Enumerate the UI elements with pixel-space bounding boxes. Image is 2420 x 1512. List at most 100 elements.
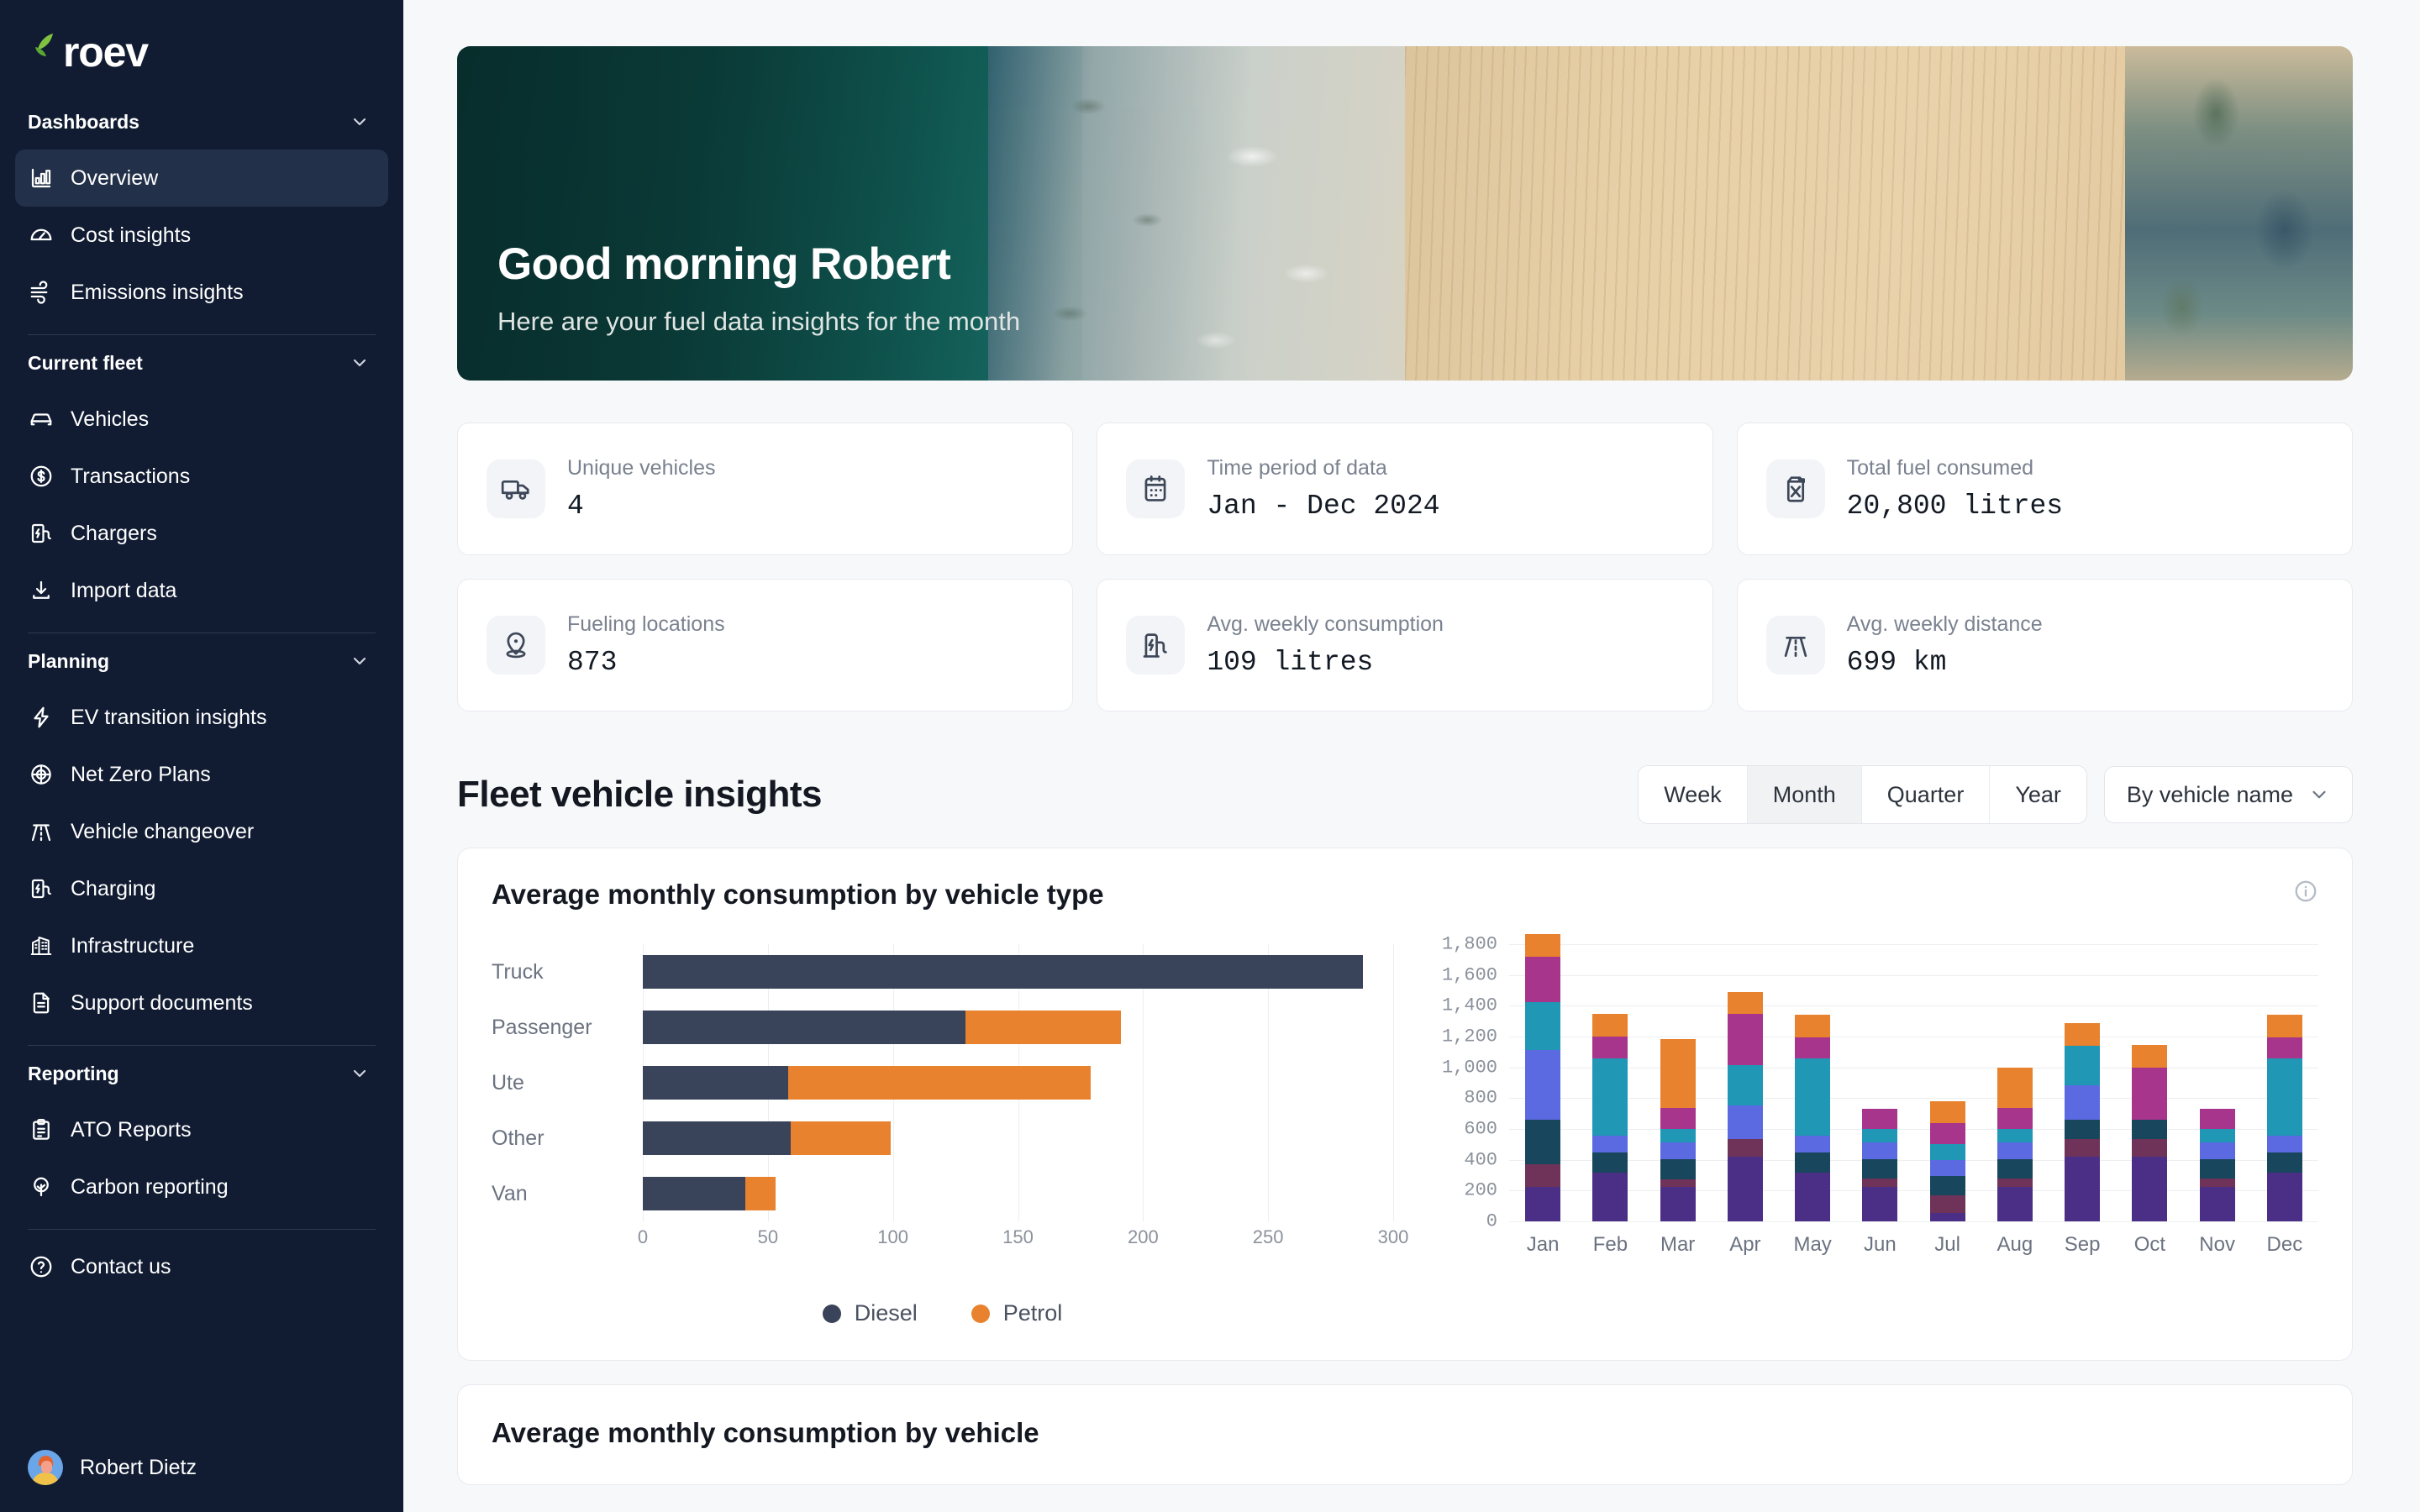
stacked-segment-series-3[interactable] — [1996, 1158, 2033, 1179]
stacked-bar[interactable] — [1525, 934, 1561, 1221]
stacked-segment-series-5[interactable] — [1592, 1058, 1628, 1137]
stacked-segment-series-2[interactable] — [1996, 1178, 2033, 1187]
stacked-segment-series-2[interactable] — [2065, 1138, 2101, 1157]
stacked-segment-series-5[interactable] — [1996, 1129, 2033, 1142]
stacked-bar-column[interactable] — [2251, 944, 2318, 1221]
stacked-segment-series-5[interactable] — [1525, 1001, 1561, 1050]
info-icon[interactable] — [2293, 879, 2318, 904]
stacked-bar-column[interactable] — [1509, 934, 1576, 1221]
sidebar-group-reporting[interactable]: Reporting — [0, 1054, 403, 1093]
stacked-segment-series-1[interactable] — [1727, 1157, 1763, 1221]
stacked-bar[interactable] — [1996, 1067, 2033, 1221]
stacked-segment-series-5[interactable] — [2065, 1046, 2101, 1085]
tab-year[interactable]: Year — [1990, 766, 2086, 823]
stacked-segment-series-3[interactable] — [2065, 1120, 2101, 1139]
brand-logo[interactable]: roev — [0, 0, 403, 97]
stacked-segment-series-6[interactable] — [2199, 1109, 2235, 1130]
tab-week[interactable]: Week — [1639, 766, 1748, 823]
sidebar-item-net-zero-plans[interactable]: Net Zero Plans — [15, 746, 388, 803]
stacked-segment-series-4[interactable] — [1592, 1136, 1628, 1153]
sidebar-item-support-documents[interactable]: Support documents — [15, 974, 388, 1032]
hbar-bar-row[interactable] — [643, 1055, 1393, 1110]
stacked-segment-series-2[interactable] — [2199, 1178, 2235, 1187]
sidebar-item-overview[interactable]: Overview — [15, 150, 388, 207]
stacked-segment-series-1[interactable] — [1592, 1173, 1628, 1221]
hbar-segment-diesel[interactable] — [643, 1121, 791, 1155]
stacked-segment-series-1[interactable] — [2266, 1173, 2302, 1221]
stacked-segment-series-4[interactable] — [2199, 1142, 2235, 1159]
sidebar-item-import-data[interactable]: Import data — [15, 562, 388, 619]
sidebar-item-ev-transition-insights[interactable]: EV transition insights — [15, 689, 388, 746]
tab-month[interactable]: Month — [1747, 766, 1862, 823]
stacked-segment-series-3[interactable] — [1929, 1175, 1965, 1195]
chevron-down-icon[interactable] — [350, 112, 370, 132]
stacked-segment-series-7[interactable] — [2132, 1045, 2168, 1068]
sidebar-item-chargers[interactable]: Chargers — [15, 505, 388, 562]
stacked-segment-series-4[interactable] — [2065, 1084, 2101, 1121]
sidebar-item-vehicle-changeover[interactable]: Vehicle changeover — [15, 803, 388, 860]
stacked-bar-column[interactable] — [1712, 944, 1779, 1221]
stacked-segment-series-7[interactable] — [2065, 1023, 2101, 1047]
stacked-segment-series-7[interactable] — [1525, 934, 1561, 957]
sidebar-item-carbon-reporting[interactable]: Carbon reporting — [15, 1158, 388, 1215]
stacked-segment-series-3[interactable] — [1795, 1152, 1831, 1173]
stacked-segment-series-1[interactable] — [1862, 1186, 1898, 1221]
stacked-segment-series-1[interactable] — [1795, 1173, 1831, 1221]
stacked-segment-series-1[interactable] — [1525, 1186, 1561, 1221]
stacked-segment-series-6[interactable] — [1727, 1013, 1763, 1065]
stacked-segment-series-7[interactable] — [1592, 1014, 1628, 1037]
stacked-segment-series-3[interactable] — [1592, 1152, 1628, 1173]
sidebar-item-emissions-insights[interactable]: Emissions insights — [15, 264, 388, 321]
sidebar-item-vehicles[interactable]: Vehicles — [15, 391, 388, 448]
sidebar-item-ato-reports[interactable]: ATO Reports — [15, 1101, 388, 1158]
stacked-segment-series-2[interactable] — [1525, 1164, 1561, 1187]
stacked-bar-column[interactable] — [1914, 944, 1981, 1221]
stacked-segment-series-4[interactable] — [1996, 1142, 2033, 1159]
hbar-segment-petrol[interactable] — [965, 1011, 1121, 1044]
stacked-segment-series-7[interactable] — [1727, 991, 1763, 1014]
stacked-segment-series-3[interactable] — [1660, 1158, 1696, 1179]
chevron-down-icon[interactable] — [350, 353, 370, 373]
stacked-segment-series-3[interactable] — [2266, 1152, 2302, 1173]
stacked-segment-series-7[interactable] — [1996, 1067, 2033, 1109]
sidebar-item-charging[interactable]: Charging — [15, 860, 388, 917]
stacked-segment-series-7[interactable] — [2266, 1015, 2302, 1037]
stacked-segment-series-1[interactable] — [1929, 1212, 1965, 1221]
stacked-segment-series-3[interactable] — [2132, 1120, 2168, 1139]
chevron-down-icon[interactable] — [350, 651, 370, 671]
stacked-segment-series-6[interactable] — [1996, 1108, 2033, 1130]
stacked-segment-series-2[interactable] — [1660, 1179, 1696, 1187]
stacked-segment-series-5[interactable] — [1660, 1129, 1696, 1142]
sidebar-group-planning[interactable]: Planning — [0, 642, 403, 680]
stacked-segment-series-1[interactable] — [1996, 1186, 2033, 1221]
stacked-bar[interactable] — [2199, 1109, 2235, 1221]
stacked-segment-series-5[interactable] — [1795, 1058, 1831, 1137]
stacked-segment-series-5[interactable] — [1727, 1064, 1763, 1105]
stacked-segment-series-5[interactable] — [1862, 1129, 1898, 1142]
stacked-segment-series-2[interactable] — [1929, 1194, 1965, 1213]
stacked-segment-series-7[interactable] — [1795, 1015, 1831, 1037]
stacked-segment-series-4[interactable] — [1795, 1136, 1831, 1153]
stacked-bar[interactable] — [1862, 1109, 1898, 1221]
stacked-segment-series-4[interactable] — [2266, 1136, 2302, 1153]
stacked-bar[interactable] — [2132, 1045, 2168, 1221]
stacked-bar-column[interactable] — [1644, 944, 1712, 1221]
stacked-segment-series-1[interactable] — [1660, 1186, 1696, 1221]
stacked-bar-column[interactable] — [1779, 944, 1846, 1221]
stacked-bar-column[interactable] — [2116, 944, 2183, 1221]
stacked-segment-series-1[interactable] — [2132, 1157, 2168, 1221]
stacked-segment-series-1[interactable] — [2199, 1186, 2235, 1221]
legend-item[interactable]: Diesel — [822, 1300, 918, 1326]
stacked-segment-series-7[interactable] — [1660, 1038, 1696, 1109]
stacked-segment-series-5[interactable] — [2266, 1058, 2302, 1137]
stacked-bar[interactable] — [1929, 1101, 1965, 1221]
hbar-segment-diesel[interactable] — [643, 1066, 788, 1100]
chevron-down-icon[interactable] — [350, 1063, 370, 1084]
stacked-segment-series-4[interactable] — [1862, 1142, 1898, 1159]
sidebar-item-contact-us[interactable]: Contact us — [15, 1238, 388, 1295]
sidebar-item-infrastructure[interactable]: Infrastructure — [15, 917, 388, 974]
stacked-segment-series-6[interactable] — [2132, 1067, 2168, 1121]
stacked-bar[interactable] — [2266, 1015, 2302, 1221]
stacked-bar[interactable] — [1795, 1015, 1831, 1221]
sidebar-item-transactions[interactable]: Transactions — [15, 448, 388, 505]
